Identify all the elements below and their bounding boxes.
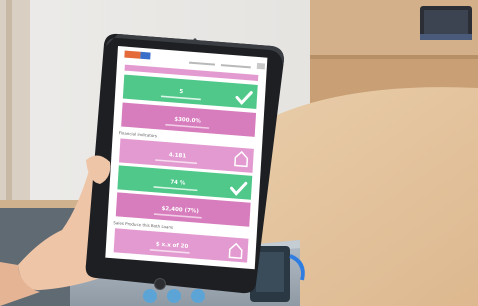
photo-scene: 5 $300.0% Financial indicators 4.181 74 … — [0, 0, 478, 306]
home-button — [154, 278, 166, 290]
button-dot — [143, 289, 157, 303]
card-value-1: 5 — [179, 89, 183, 95]
tablet-screen: 5 $300.0% Financial indicators 4.181 74 … — [105, 46, 268, 270]
card-value-4: 74 % — [170, 179, 186, 186]
app-logo — [124, 50, 141, 59]
